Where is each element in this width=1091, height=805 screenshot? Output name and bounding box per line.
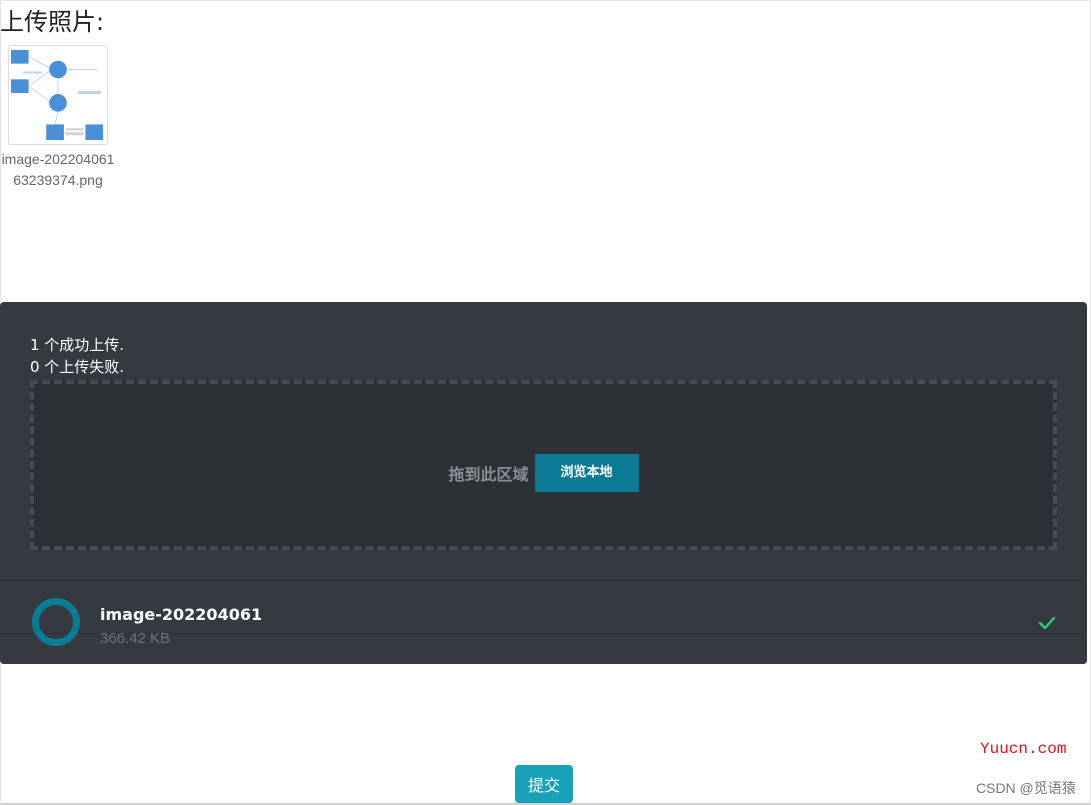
drop-zone[interactable]: 拖到此区域 浏览本地 [30,380,1057,550]
file-uploader-panel: 1 个成功上传. 0 个上传失败. 拖到此区域 浏览本地 image-20220… [0,302,1087,664]
drop-zone-content: 拖到此区域 浏览本地 [34,454,1053,492]
drop-hint-text: 拖到此区域 [448,465,529,484]
site-watermark: Yuucn.com [980,740,1067,758]
upload-photo-label: 上传照片: [0,8,105,36]
fail-count-text: 0 个上传失败. [30,358,125,376]
image-thumbnail[interactable] [8,45,108,145]
csdn-watermark: CSDN @觅语猿 [976,780,1076,796]
browse-local-button[interactable]: 浏览本地 [534,454,639,492]
file-name: image-202204061 [100,605,263,624]
uploaded-image-card[interactable]: image-20220406163239374.png [2,45,114,191]
image-filename-caption: image-20220406163239374.png [1,151,115,188]
success-count-text: 1 个成功上传. [30,336,125,354]
check-icon [1038,616,1056,630]
diagram-preview-image [10,49,104,141]
submit-button[interactable]: 提交 [515,765,573,803]
file-size: 366.42 KB [100,630,171,647]
file-progress-ring-icon [32,598,80,646]
uploaded-file-list: image-202204061 366.42 KB [0,580,1087,664]
upload-status: 1 个成功上传. 0 个上传失败. [30,334,124,378]
